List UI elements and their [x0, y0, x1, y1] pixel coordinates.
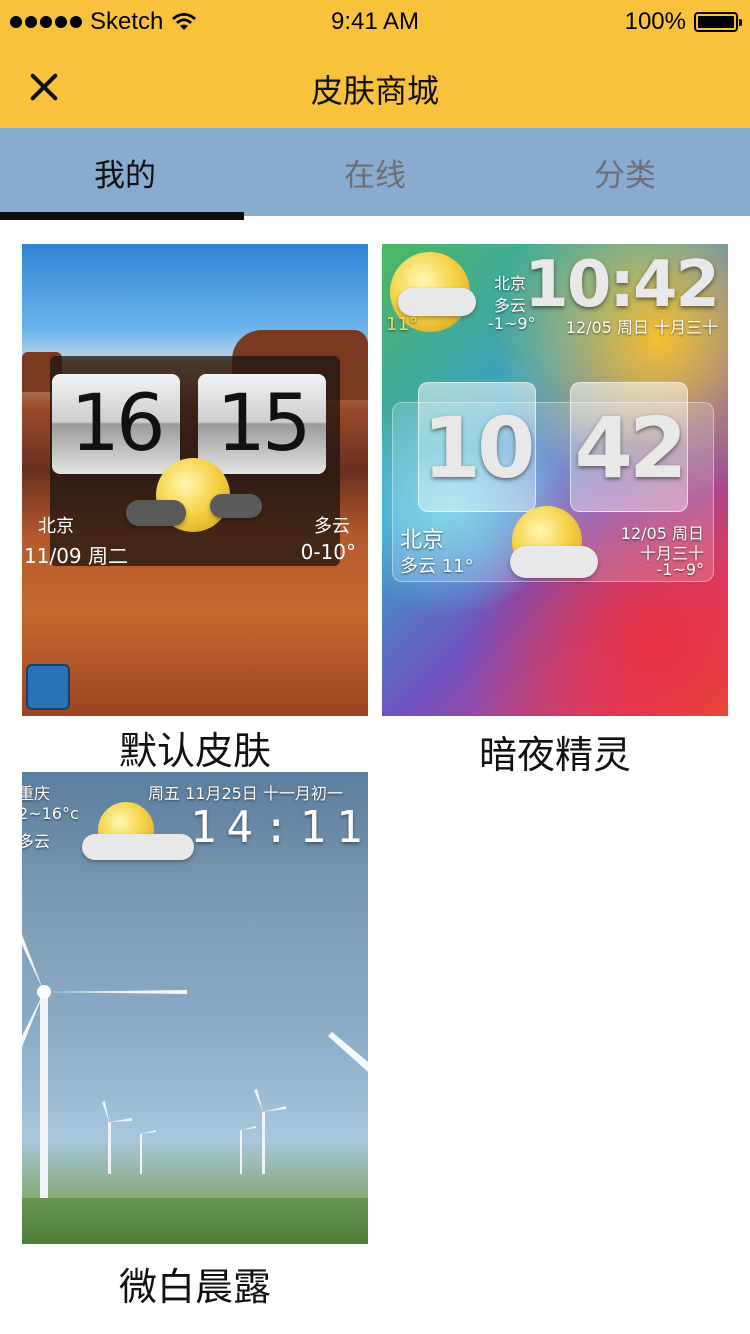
windmills-illustration — [22, 934, 368, 1244]
skin-name: 微白晨露 — [118, 1265, 271, 1309]
preview-condition: 多云 — [22, 832, 51, 851]
cloud-weather-icon — [126, 500, 186, 526]
preview-date-line: 12/05 周日 十月三十 — [565, 318, 718, 337]
page-title: 皮肤商城 — [310, 72, 439, 110]
panel-temp-range: -1~9° — [656, 560, 704, 579]
status-bar: Sketch 9:41 AM 100% — [0, 0, 750, 44]
tab-mine[interactable]: 我的 — [0, 128, 250, 220]
skin-preview-image: 重庆 2~16°c 多云 周五 11月25日 十一月初一 14:11 — [22, 772, 368, 1244]
clock-hour: 10 — [418, 382, 536, 512]
skin-name: 默认皮肤 — [118, 729, 271, 773]
battery-icon — [694, 12, 742, 32]
grass-field — [22, 1198, 368, 1244]
clock-minute: 42 — [570, 382, 688, 512]
skin-name: 暗夜精灵 — [478, 733, 631, 777]
battery-percentage: 100% — [624, 8, 686, 35]
battery-level-fill — [698, 16, 734, 28]
close-icon[interactable] — [22, 64, 68, 110]
preview-condition: 多云 — [314, 516, 350, 537]
tab-category[interactable]: 分类 — [500, 128, 750, 216]
cloud-weather-icon — [510, 546, 598, 578]
clock-hour: 16 — [52, 374, 180, 474]
skin-card-white-dew[interactable]: 重庆 2~16°c 多云 周五 11月25日 十一月初一 14:11 微白晨露 — [22, 772, 368, 1309]
skin-store-screen: Sketch 9:41 AM 100% 皮肤商城 我的 在线 分类 16 15 … — [0, 0, 750, 1334]
preview-date: 11/09 周二 — [24, 544, 128, 568]
cloud-weather-icon — [82, 834, 194, 860]
preview-condition: 多云 — [494, 296, 527, 315]
preview-big-time: 10:42 — [524, 248, 720, 322]
panel-city: 北京 — [400, 528, 445, 553]
skin-card-default[interactable]: 16 15 北京 多云 11/09 周二 0-10° 默认皮肤 — [22, 244, 368, 773]
clock-minute: 15 — [198, 374, 326, 474]
cloud-weather-icon — [398, 288, 476, 316]
preview-temp-range: 2~16°c — [22, 804, 79, 823]
preview-time: 14:11 — [190, 802, 368, 853]
preview-city: 北京 — [494, 274, 527, 293]
panel-condition: 多云 11° — [400, 556, 474, 577]
skin-card-night[interactable]: 11° 北京 多云 -1~9° 10:42 12/05 周日 十月三十 10 4… — [382, 244, 728, 777]
preview-temp-range: 0-10° — [300, 540, 356, 564]
cloud-weather-icon — [210, 494, 262, 518]
tab-bar: 我的 在线 分类 — [0, 128, 750, 220]
skin-preview-image: 16 15 北京 多云 11/09 周二 0-10° — [22, 244, 368, 716]
preview-city: 北京 — [38, 516, 74, 537]
status-bar-right: 100% — [624, 8, 742, 36]
navigation-bar: 皮肤商城 — [0, 44, 750, 128]
preview-city: 重庆 — [22, 784, 51, 803]
preview-date-line: 周五 11月25日 十一月初一 — [148, 784, 343, 803]
skin-preview-image: 11° 北京 多云 -1~9° 10:42 12/05 周日 十月三十 10 4… — [382, 244, 728, 716]
weather-app-icon — [26, 664, 70, 710]
tab-online[interactable]: 在线 — [250, 128, 500, 216]
preview-temp: 11° — [386, 314, 418, 335]
